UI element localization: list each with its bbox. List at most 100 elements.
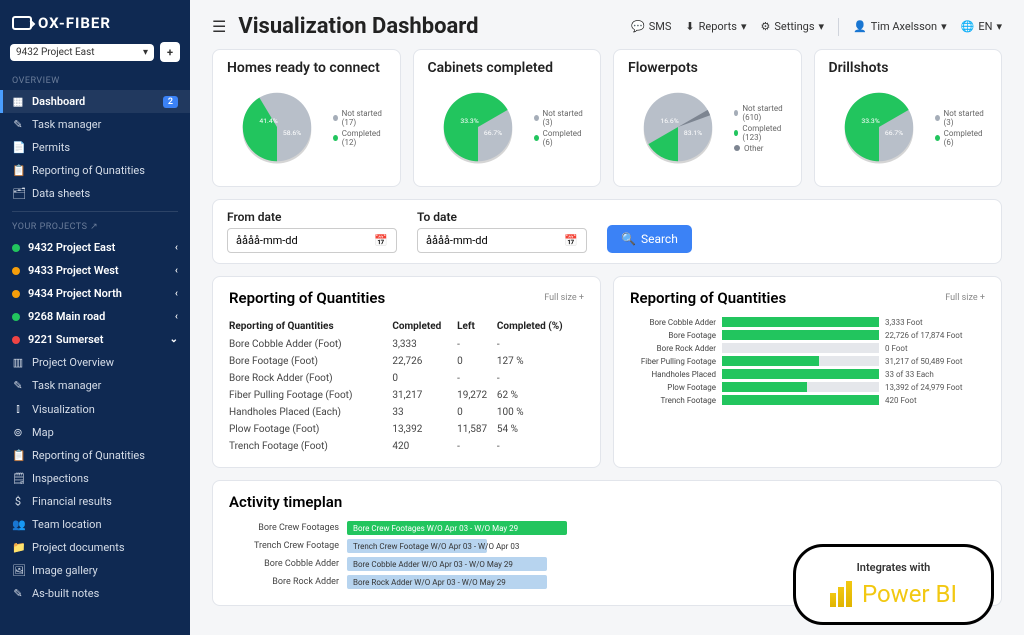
- nav-permits[interactable]: 📄Permits: [0, 136, 190, 159]
- subnav-team-location[interactable]: 👥Team location: [0, 513, 190, 536]
- search-button[interactable]: 🔍Search: [607, 225, 692, 253]
- integrates-label: Integrates with: [857, 561, 931, 574]
- menu-icon[interactable]: ☰: [212, 17, 226, 36]
- project-selector[interactable]: 9432 Project East ▾: [10, 44, 154, 61]
- reports-icon: ⬇: [685, 20, 694, 33]
- subnav-as-built-notes[interactable]: ✎As-built notes: [0, 582, 190, 605]
- language-dropdown[interactable]: 🌐EN▾: [961, 20, 1002, 33]
- chart-card: Flowerpots 16.6% 83.1% Not started (610)…: [613, 49, 802, 187]
- calendar-icon: 📅: [374, 234, 388, 247]
- chart-card: Drillshots 33.3% 66.7% Not started (3)Co…: [814, 49, 1003, 187]
- status-dot: [12, 290, 20, 298]
- chart-card: Cabinets completed 33.3% 66.7% Not start…: [413, 49, 602, 187]
- chart-card: Homes ready to connect 41.4% 58.6% Not s…: [212, 49, 401, 187]
- nav-icon: 📋: [12, 164, 24, 177]
- legend: Not started (3) Completed (6): [935, 109, 988, 149]
- nav-dashboard[interactable]: ▦Dashboard2: [0, 90, 190, 113]
- user-dropdown[interactable]: 👤Tim Axelsson▾: [853, 20, 947, 33]
- gantt-bar[interactable]: Trench Crew Footage W/O Apr 03 - W/O Apr…: [347, 539, 487, 553]
- table-header: Completed (%): [497, 317, 584, 336]
- nav-icon: ✎: [12, 587, 24, 600]
- table-header: Reporting of Quantities: [229, 317, 392, 336]
- search-icon: 🔍: [621, 232, 636, 246]
- nav-icon: $: [12, 495, 24, 508]
- chart-title: Homes ready to connect: [227, 60, 386, 76]
- legend-item: Other: [734, 144, 787, 153]
- legend: Not started (17)Completed (12): [333, 109, 386, 149]
- overview-label: OVERVIEW: [0, 72, 190, 90]
- bar-row: Bore Footage22,726 of 17,874 Foot: [630, 330, 985, 340]
- legend-dot: [734, 130, 738, 136]
- projects-label: YOUR PROJECTS ↗: [0, 218, 190, 236]
- gantt-row: Bore Crew FootagesBore Crew Footages W/O…: [229, 521, 985, 535]
- svg-text:66.7%: 66.7%: [884, 129, 902, 137]
- chevron-icon: ⌄: [170, 334, 178, 345]
- subnav-project-documents[interactable]: 📁Project documents: [0, 536, 190, 559]
- from-date-input[interactable]: åååå-mm-dd📅: [227, 228, 397, 253]
- table-header: Completed: [392, 317, 457, 336]
- to-date-input[interactable]: åååå-mm-dd📅: [417, 228, 587, 253]
- sms-button[interactable]: 💬SMS: [631, 20, 671, 33]
- fullsize-button[interactable]: Full size +: [945, 293, 985, 303]
- nav-data-sheets[interactable]: 🗂Data sheets: [0, 182, 190, 205]
- gantt-bar[interactable]: Bore Rock Adder W/O Apr 03 - W/O May 29: [347, 575, 547, 589]
- subnav-image-gallery[interactable]: 🖼Image gallery: [0, 559, 190, 582]
- project-9433-project-west[interactable]: 9433 Project West‹: [0, 259, 190, 282]
- bar-fill: [722, 356, 819, 366]
- legend-dot: [734, 110, 738, 116]
- pie-chart: 16.6% 83.1%: [628, 82, 728, 176]
- subnav-task-manager[interactable]: ✎Task manager: [0, 374, 190, 397]
- legend-dot: [333, 135, 338, 141]
- nav-icon: 📄: [12, 141, 24, 154]
- subnav-map[interactable]: ⊚Map: [0, 421, 190, 444]
- panel-title: Activity timeplan: [229, 493, 342, 511]
- badge: 2: [163, 96, 178, 108]
- table-row: Bore Cobble Adder (Foot)3,333--: [229, 336, 584, 353]
- fullsize-button[interactable]: Full size +: [544, 293, 584, 303]
- nav-icon: 📋: [12, 449, 24, 462]
- project-9432-project-east[interactable]: 9432 Project East‹: [0, 236, 190, 259]
- reporting-table-card: Reporting of QuantitiesFull size + Repor…: [212, 276, 601, 468]
- chevron-down-icon: ▾: [941, 20, 947, 33]
- status-dot: [12, 336, 20, 344]
- gantt-bar[interactable]: Bore Crew Footages W/O Apr 03 - W/O May …: [347, 521, 567, 535]
- subnav-financial-results[interactable]: $Financial results: [0, 490, 190, 513]
- subnav-visualization[interactable]: ⫾Visualization: [0, 397, 190, 421]
- legend-dot: [734, 145, 740, 151]
- legend-item: Not started (3): [534, 109, 587, 127]
- nav-icon: ✎: [12, 379, 24, 392]
- add-project-button[interactable]: +: [160, 42, 180, 62]
- svg-text:16.6%: 16.6%: [660, 117, 678, 125]
- bar-track: [722, 356, 879, 366]
- bar-row: Bore Rock Adder0 Foot: [630, 343, 985, 353]
- subnav-project-overview[interactable]: ▥Project Overview: [0, 351, 190, 374]
- subnav-reporting-of-qunatities[interactable]: 📋Reporting of Qunatities: [0, 444, 190, 467]
- bar-fill: [722, 330, 879, 340]
- main: ☰ Visualization Dashboard 💬SMS ⬇Reports▾…: [190, 0, 1024, 635]
- table-header: Left: [457, 317, 497, 336]
- legend-item: Completed (6): [935, 129, 988, 147]
- bar-row: Plow Footage13,392 of 24,979 Foot: [630, 382, 985, 392]
- bar-fill: [722, 382, 807, 392]
- status-dot: [12, 267, 20, 275]
- powerbi-icon: [830, 581, 852, 607]
- bar-fill: [722, 395, 879, 405]
- reports-dropdown[interactable]: ⬇Reports▾: [685, 20, 746, 33]
- bar-track: [722, 343, 879, 353]
- bar-track: [722, 330, 879, 340]
- powerbi-text: Power BI: [862, 580, 957, 608]
- nav-task-manager[interactable]: ✎Task manager: [0, 113, 190, 136]
- settings-dropdown[interactable]: ⚙Settings▾: [760, 20, 824, 33]
- logo: OX-FIBER: [0, 0, 190, 42]
- gantt-bar[interactable]: Bore Cobble Adder W/O Apr 03 - W/O May 2…: [347, 557, 547, 571]
- legend-item: Not started (3): [935, 109, 988, 127]
- chevron-icon: ‹: [175, 288, 178, 299]
- legend-item: Not started (610): [734, 104, 787, 122]
- project-9221-sumerset[interactable]: 9221 Sumerset⌄: [0, 328, 190, 351]
- nav-reporting-of-qunatities[interactable]: 📋Reporting of Qunatities: [0, 159, 190, 182]
- pie-chart: 33.3% 66.7%: [428, 82, 528, 176]
- divider: [838, 18, 839, 36]
- project-9268-main-road[interactable]: 9268 Main road‹: [0, 305, 190, 328]
- subnav-inspections[interactable]: 🗒Inspections: [0, 467, 190, 490]
- project-9434-project-north[interactable]: 9434 Project North‹: [0, 282, 190, 305]
